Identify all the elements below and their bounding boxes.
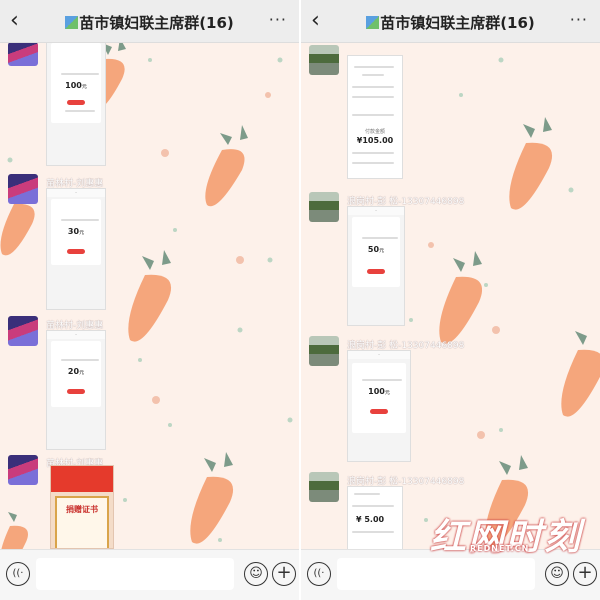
avatar[interactable]: [8, 316, 38, 346]
donation-screenshot[interactable]: · 30元: [46, 188, 106, 310]
avatar[interactable]: [309, 472, 339, 502]
red-button: [67, 100, 85, 105]
chat-panel-left: ‹ 苗市镇妇联主席群(16) ··· 100元 苗林村-刘惠惠 · 30元 苗林…: [0, 0, 299, 600]
chat-header: ‹ 苗市镇妇联主席群(16) ···: [0, 0, 299, 43]
chat-input-bar: ((· ☺ +: [0, 549, 299, 600]
donation-screenshot[interactable]: 100元: [46, 42, 106, 166]
avatar[interactable]: [8, 455, 38, 485]
donation-screenshot[interactable]: · 50元: [347, 206, 405, 326]
more-dots-icon[interactable]: ···: [570, 10, 588, 29]
avatar[interactable]: [8, 174, 38, 204]
carrot-top: [205, 125, 248, 207]
voice-icon[interactable]: ((·: [307, 562, 331, 586]
avatar[interactable]: [309, 192, 339, 222]
transfer-amount: ¥105.00: [356, 136, 394, 145]
message-input[interactable]: [36, 558, 234, 590]
donation-screenshot[interactable]: · 100元: [347, 350, 411, 462]
payment-screenshot[interactable]: ¥ 5.00: [347, 486, 403, 552]
red-button: [67, 389, 85, 394]
rednet-watermark: 红网时刻 REDNET.CN: [429, 517, 582, 558]
plus-icon[interactable]: +: [573, 562, 597, 586]
red-button: [367, 269, 385, 274]
red-button: [370, 409, 388, 414]
transfer-screenshot[interactable]: 付款金额 ¥105.00: [347, 55, 403, 179]
group-flag-icon: [65, 16, 79, 29]
emoji-icon[interactable]: ☺: [545, 562, 569, 586]
certificate-title: 捐赠证书: [66, 505, 98, 514]
donation-certificate[interactable]: 捐赠证书: [50, 465, 114, 549]
red-button: [67, 249, 85, 254]
donation-screenshot[interactable]: · 20元: [46, 330, 106, 450]
plus-icon[interactable]: +: [272, 562, 296, 586]
more-dots-icon[interactable]: ···: [269, 10, 287, 29]
payment-amount: ¥ 5.00: [356, 515, 385, 524]
chat-title: 苗市镇妇联主席群(16): [301, 12, 600, 33]
chat-panel-right: ‹ 苗市镇妇联主席群(16) ··· 付款金额 ¥105.00 浪岗村-彭 松-…: [301, 0, 600, 600]
group-flag-icon: [366, 16, 380, 29]
emoji-icon[interactable]: ☺: [244, 562, 268, 586]
avatar[interactable]: [309, 336, 339, 366]
carrot-wallpaper: [0, 38, 293, 567]
chat-header: ‹ 苗市镇妇联主席群(16) ···: [301, 0, 600, 43]
chat-title: 苗市镇妇联主席群(16): [0, 12, 299, 33]
voice-icon[interactable]: ((·: [6, 562, 30, 586]
message-input[interactable]: [337, 558, 535, 590]
avatar[interactable]: [309, 45, 339, 75]
avatar[interactable]: [8, 42, 38, 66]
